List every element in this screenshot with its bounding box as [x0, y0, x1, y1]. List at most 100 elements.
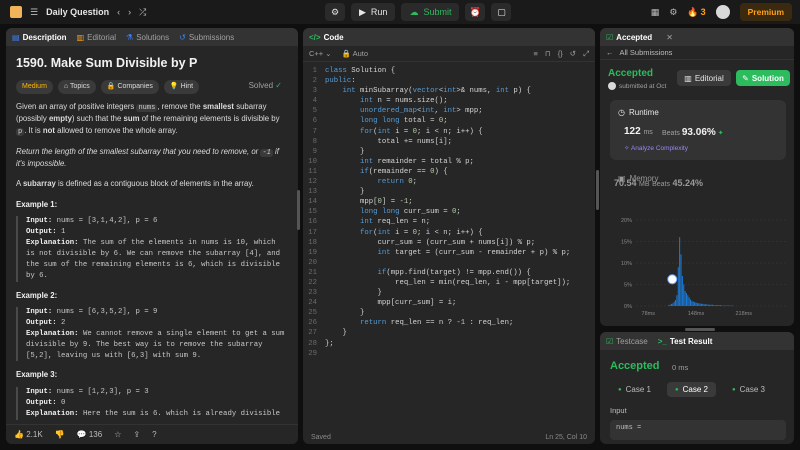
avatar[interactable] [715, 5, 730, 19]
companies-chip[interactable]: 🔒 Companies [100, 80, 159, 95]
format-icon[interactable]: ≡ [533, 49, 537, 59]
editorial-button[interactable]: ▥ Editorial [677, 70, 731, 86]
chart-bar[interactable] [670, 303, 672, 306]
chart-bar[interactable] [673, 301, 675, 306]
chart-bar[interactable] [728, 305, 730, 307]
code-line[interactable]: 16 int req_len = n; [303, 217, 595, 227]
close-icon[interactable]: ✕ [666, 33, 673, 42]
autocomplete-toggle[interactable]: 🔒 Auto [342, 49, 368, 58]
chart-bar[interactable] [684, 290, 686, 306]
chart-bar[interactable] [711, 304, 713, 306]
code-line[interactable]: 8 total += nums[i]; [303, 137, 595, 147]
chart-bar[interactable] [672, 303, 674, 306]
chart-bar[interactable] [698, 303, 700, 306]
topics-chip[interactable]: ⌂ Topics [57, 80, 96, 95]
left-splitter[interactable] [297, 190, 300, 230]
tab-editorial[interactable]: ▥ Editorial [77, 33, 116, 42]
code-line[interactable]: 23 } [303, 288, 595, 298]
code-line[interactable]: 4 int n = nums.size(); [303, 96, 595, 106]
chart-bar[interactable] [681, 275, 683, 306]
code-line[interactable]: 26 return req_len == n ? -1 : req_len; [303, 318, 595, 328]
chart-bar[interactable] [692, 301, 694, 306]
settings-gear-icon[interactable]: ⚙ [669, 7, 677, 17]
chart-bar[interactable] [732, 305, 734, 307]
problem-title[interactable]: 1590. Make Sum Divisible by P [16, 54, 288, 72]
chart-bar[interactable] [687, 295, 689, 306]
code-line[interactable]: 28}; [303, 339, 595, 349]
chart-bar[interactable] [703, 304, 705, 306]
code-line[interactable]: 25 } [303, 308, 595, 318]
chart-bar[interactable] [706, 304, 708, 306]
code-line[interactable]: 29 [303, 349, 595, 359]
chart-bar[interactable] [668, 305, 670, 306]
code-line[interactable]: 1 class Solution { [303, 66, 595, 76]
code-line[interactable]: 17 for(int i = 0; i < n; i++) { [303, 228, 595, 238]
code-line[interactable]: 22 req_len = min(req_len, i - mpp[target… [303, 278, 595, 288]
chart-bar[interactable] [680, 254, 682, 306]
chart-bar[interactable] [729, 305, 731, 307]
code-line[interactable]: 20 [303, 258, 595, 268]
chart-bar[interactable] [675, 299, 677, 306]
favorite-button[interactable]: ☆ [114, 430, 121, 439]
chart-bar[interactable] [710, 304, 712, 306]
chart-bar[interactable] [683, 284, 685, 307]
code-line[interactable]: 15 long long curr_sum = 0; [303, 207, 595, 217]
chart-bar[interactable] [726, 305, 728, 307]
fullscreen-icon[interactable]: ⤢ [583, 49, 589, 59]
case-tab-2[interactable]: ● Case 2 [666, 382, 716, 397]
chart-bar[interactable] [705, 304, 707, 306]
chart-bar[interactable] [685, 293, 687, 306]
runtime-distribution-chart[interactable]: 0% 5% 10% 15% 20% 78ms 148ms 218ms [610, 214, 790, 318]
submit-button[interactable]: ☁ Submit [401, 3, 460, 21]
chart-bar[interactable] [709, 304, 711, 306]
notes-button[interactable]: ▢ [491, 3, 512, 21]
chart-bar[interactable] [702, 303, 704, 306]
code-line[interactable]: 24 mpp[curr_sum] = i; [303, 298, 595, 308]
your-submission-marker[interactable] [667, 274, 678, 285]
debug-button[interactable]: ⚙ [325, 3, 345, 21]
code-line[interactable]: 2 public: [303, 76, 595, 86]
code-line[interactable]: 5 unordered_map<int, int> mpp; [303, 106, 595, 116]
code-line[interactable]: 12 return 0; [303, 177, 595, 187]
analyze-complexity-link[interactable]: ✧ Analyze Complexity [624, 144, 688, 152]
language-select[interactable]: C++ ⌄ [309, 49, 332, 58]
right-splitter[interactable] [596, 170, 599, 210]
shuffle-icon[interactable]: ⤮ [139, 7, 146, 17]
problem-list-title[interactable]: Daily Question [46, 7, 109, 17]
chart-bar[interactable] [722, 305, 724, 307]
code-line[interactable]: 27 } [303, 328, 595, 338]
bookmark-icon[interactable]: ⊓ [545, 49, 551, 59]
share-button[interactable]: ⇪ [133, 430, 140, 439]
chart-bar[interactable] [694, 302, 696, 306]
timer-button[interactable]: ⏰ [465, 3, 486, 21]
chart-bar[interactable] [725, 305, 727, 307]
premium-button[interactable]: Premium [739, 3, 792, 21]
chart-bar[interactable] [730, 305, 732, 307]
code-line[interactable]: 6 long long total = 0; [303, 116, 595, 126]
chart-bar[interactable] [721, 305, 723, 307]
code-line[interactable]: 9 } [303, 147, 595, 157]
chart-bar[interactable] [691, 300, 693, 306]
code-line[interactable]: 21 if(mpp.find(target) != mpp.end()) { [303, 268, 595, 278]
code-line[interactable]: 19 int target = (curr_sum - remainder + … [303, 248, 595, 258]
tab-solutions[interactable]: ⚗ Solutions [126, 33, 169, 42]
tab-code[interactable]: </> Code [309, 33, 344, 42]
chart-bar[interactable] [720, 305, 722, 306]
tab-description[interactable]: ▤ Description [12, 33, 67, 42]
layout-icon[interactable]: ▦ [651, 7, 660, 17]
code-line[interactable]: 10 int remainder = total % p; [303, 157, 595, 167]
chart-bar[interactable] [724, 305, 726, 307]
code-line[interactable]: 3 int minSubarray(vector<int>& nums, int… [303, 86, 595, 96]
chart-bar[interactable] [688, 297, 690, 306]
code-line[interactable]: 11 if(remainder == 0) { [303, 167, 595, 177]
case-tab-3[interactable]: ● Case 3 [724, 382, 773, 397]
chart-bar[interactable] [714, 305, 716, 306]
chart-bar[interactable] [696, 302, 698, 306]
code-line[interactable]: 14 mpp[0] = -1; [303, 197, 595, 207]
chart-bar[interactable] [679, 237, 681, 306]
chart-bar[interactable] [715, 305, 717, 306]
chart-bar[interactable] [717, 305, 719, 306]
chart-bar[interactable] [700, 303, 702, 306]
chart-bar[interactable] [677, 267, 679, 306]
chart-bar[interactable] [676, 295, 678, 306]
